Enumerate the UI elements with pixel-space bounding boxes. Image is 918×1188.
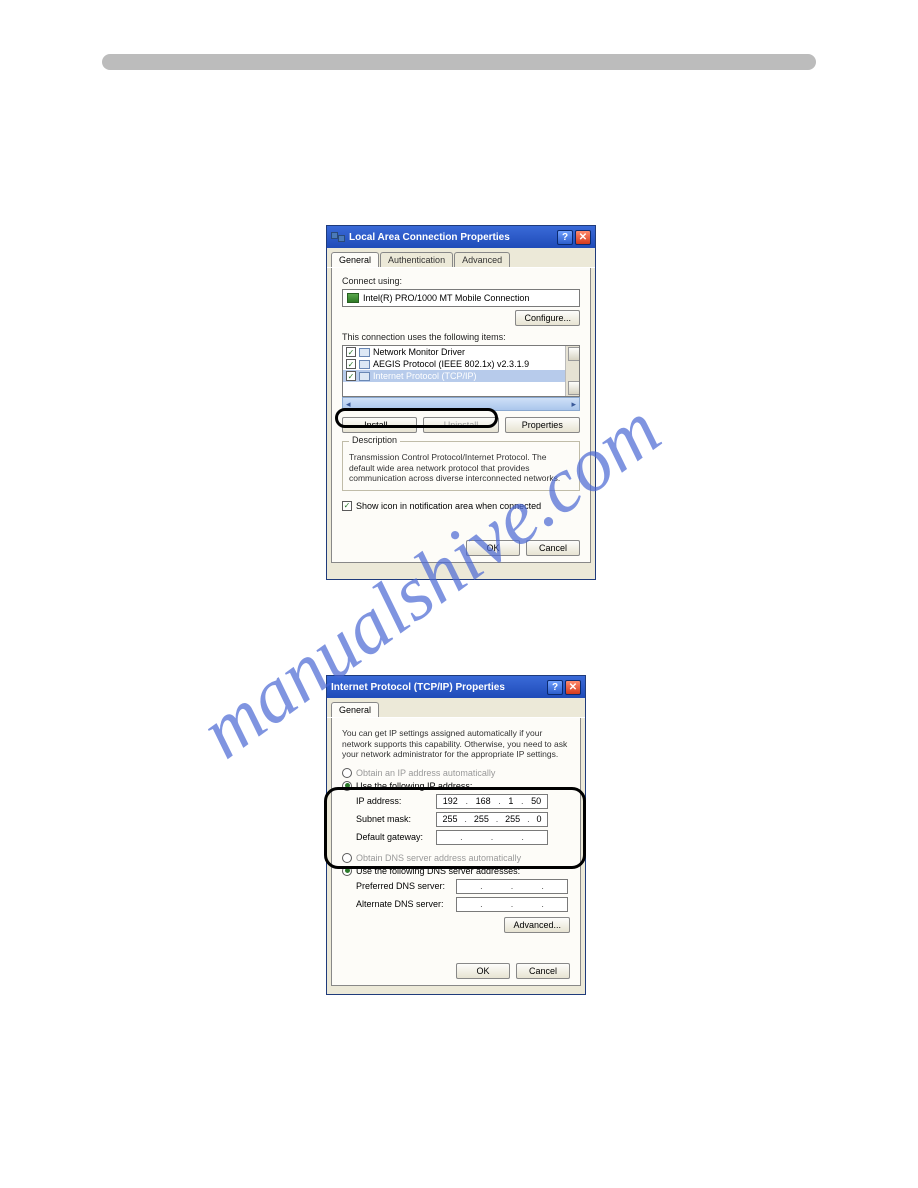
tab-general[interactable]: General (331, 252, 379, 267)
checkbox-icon[interactable]: ✓ (346, 347, 356, 357)
cancel-button[interactable]: Cancel (526, 540, 580, 556)
checkbox-icon[interactable]: ✓ (346, 359, 356, 369)
items-listbox[interactable]: ✓ Network Monitor Driver ✓ AEGIS Protoco… (342, 345, 580, 397)
radio-obtain-ip[interactable]: Obtain an IP address automatically (342, 768, 570, 778)
intro-text: You can get IP settings assigned automat… (342, 728, 570, 760)
scroll-left-icon[interactable]: ◂ (346, 399, 351, 410)
close-button[interactable]: ✕ (575, 230, 591, 245)
radio-label: Obtain an IP address automatically (356, 768, 495, 778)
install-button[interactable]: Install... (342, 417, 417, 433)
checkbox-icon[interactable]: ✓ (346, 371, 356, 381)
titlebar[interactable]: Local Area Connection Properties ? ✕ (327, 226, 595, 248)
show-icon-checkbox-row[interactable]: ✓ Show icon in notification area when co… (342, 501, 580, 511)
protocol-icon (359, 348, 370, 357)
preferred-dns-field[interactable]: . . . (456, 879, 568, 894)
advanced-button[interactable]: Advanced... (504, 917, 570, 933)
item-label: Network Monitor Driver (373, 347, 465, 357)
description-group: Description Transmission Control Protoco… (342, 441, 580, 491)
scrollbar-horizontal[interactable]: ◂ ▸ (342, 397, 580, 411)
tab-strip: General Authentication Advanced (327, 248, 595, 268)
checkbox-icon[interactable]: ✓ (342, 501, 352, 511)
dialog-body: Connect using: Intel(R) PRO/1000 MT Mobi… (331, 268, 591, 563)
lan-properties-dialog: Local Area Connection Properties ? ✕ Gen… (326, 225, 596, 580)
protocol-icon (359, 360, 370, 369)
properties-button[interactable]: Properties (505, 417, 580, 433)
tab-advanced[interactable]: Advanced (454, 252, 510, 267)
adapter-name: Intel(R) PRO/1000 MT Mobile Connection (363, 293, 529, 303)
configure-button[interactable]: Configure... (515, 310, 580, 326)
connect-using-label: Connect using: (342, 276, 580, 286)
protocol-icon (359, 372, 370, 381)
tab-authentication[interactable]: Authentication (380, 252, 453, 267)
alternate-dns-field[interactable]: . . . (456, 897, 568, 912)
alternate-dns-row: Alternate DNS server: . . . (342, 897, 570, 912)
nic-icon (347, 293, 359, 303)
dialog-title: Internet Protocol (TCP/IP) Properties (331, 682, 505, 693)
list-item[interactable]: ✓ AEGIS Protocol (IEEE 802.1x) v2.3.1.9 (343, 358, 579, 370)
ok-button[interactable]: OK (456, 963, 510, 979)
scrollbar-vertical[interactable] (565, 346, 579, 396)
alternate-dns-label: Alternate DNS server: (356, 899, 456, 909)
adapter-field[interactable]: Intel(R) PRO/1000 MT Mobile Connection (342, 289, 580, 307)
show-icon-label: Show icon in notification area when conn… (356, 501, 541, 511)
titlebar[interactable]: Internet Protocol (TCP/IP) Properties ? … (327, 676, 585, 698)
items-label: This connection uses the following items… (342, 332, 580, 342)
description-text: Transmission Control Protocol/Internet P… (349, 452, 573, 484)
ok-button[interactable]: OK (466, 540, 520, 556)
dialog-title: Local Area Connection Properties (349, 232, 510, 243)
description-title: Description (349, 435, 400, 445)
tab-general[interactable]: General (331, 702, 379, 717)
scroll-right-icon[interactable]: ▸ (571, 399, 576, 410)
preferred-dns-row: Preferred DNS server: . . . (342, 879, 570, 894)
callout-highlight-ip-section (324, 787, 586, 869)
connection-icon (331, 232, 345, 242)
preferred-dns-label: Preferred DNS server: (356, 881, 456, 891)
radio-icon[interactable] (342, 768, 352, 778)
tab-strip: General (327, 698, 585, 718)
help-button[interactable]: ? (547, 680, 563, 695)
cancel-button[interactable]: Cancel (516, 963, 570, 979)
list-item-selected[interactable]: ✓ Internet Protocol (TCP/IP) (343, 370, 579, 382)
uninstall-button: Uninstall (423, 417, 498, 433)
list-item[interactable]: ✓ Network Monitor Driver (343, 346, 579, 358)
document-header-bar (102, 54, 816, 70)
help-button[interactable]: ? (557, 230, 573, 245)
item-label: AEGIS Protocol (IEEE 802.1x) v2.3.1.9 (373, 359, 529, 369)
close-button[interactable]: ✕ (565, 680, 581, 695)
item-label: Internet Protocol (TCP/IP) (373, 371, 477, 381)
